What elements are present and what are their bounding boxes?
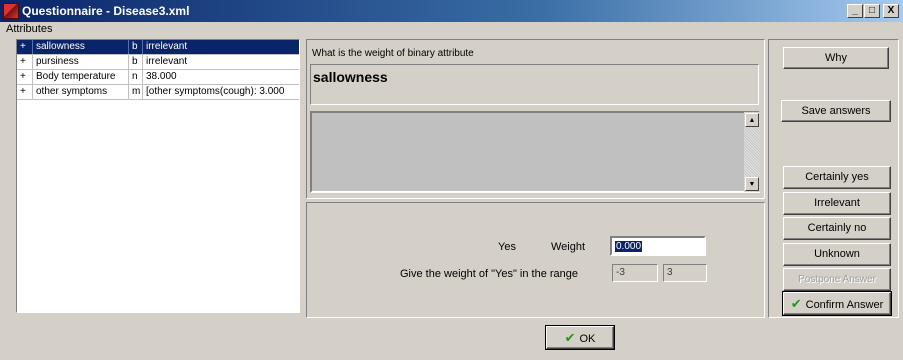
weight-label: Weight — [551, 241, 586, 253]
certainly-yes-button[interactable]: Certainly yes — [783, 166, 891, 189]
ok-button[interactable]: ✔ OK — [545, 325, 615, 350]
attribute-type-cell: n — [129, 70, 143, 84]
window-title: Questionnaire - Disease3.xml — [22, 4, 190, 18]
check-icon: ✔ — [564, 330, 576, 345]
range-min-field: -3 — [612, 264, 658, 282]
attribute-name-cell: pursiness — [33, 55, 129, 69]
attribute-row[interactable]: + sallowness b irrelevant — [17, 40, 299, 55]
expand-toggle[interactable]: + — [17, 70, 33, 84]
postpone-answer-button[interactable]: Postpone Answer — [783, 268, 891, 291]
irrelevant-button[interactable]: Irrelevant — [783, 192, 891, 215]
check-icon: ✔ — [790, 296, 802, 311]
attribute-value-cell: 38.000 — [146, 71, 177, 82]
confirm-answer-label: Confirm Answer — [805, 299, 884, 311]
ok-label: OK — [579, 333, 596, 345]
expand-toggle[interactable]: + — [17, 40, 33, 54]
weight-value: 0.000 — [615, 241, 643, 252]
certainly-no-button[interactable]: Certainly no — [783, 217, 891, 240]
yes-label: Yes — [498, 241, 516, 253]
why-button[interactable]: Why — [783, 47, 889, 69]
attribute-type-cell: b — [129, 40, 143, 54]
attribute-list[interactable]: + sallowness b irrelevant + pursiness b irrelev… — [16, 39, 300, 313]
expand-toggle[interactable]: + — [17, 55, 33, 69]
attribute-name-cell: Body temperature — [33, 70, 129, 84]
range-label: Give the weight of "Yes" in the range — [400, 268, 579, 280]
range-max-field: 3 — [663, 264, 707, 282]
attribute-value-cell: irrelevant — [146, 41, 188, 52]
weight-input[interactable]: 0.000 — [610, 236, 706, 256]
scroll-down-icon[interactable]: ▼ — [745, 177, 759, 191]
attribute-row[interactable]: + other symptoms m [other symptoms(cough): … — [17, 85, 299, 100]
attribute-name: sallowness — [313, 69, 388, 85]
confirm-answer-button[interactable]: ✔ Confirm Answer — [782, 291, 892, 316]
question-prompt: What is the weight of binary attribute — [312, 48, 474, 59]
attribute-value-cell: irrelevant — [146, 56, 188, 67]
attribute-value-cell: [other symptoms(cough): 3.000 — [146, 86, 285, 97]
app-icon[interactable] — [3, 3, 19, 19]
attribute-row[interactable]: + pursiness b irrelevant — [17, 55, 299, 70]
answer-panel — [306, 202, 765, 318]
maximize-button[interactable]: □ — [864, 4, 880, 18]
attribute-type-cell: b — [129, 55, 143, 69]
attribute-name-cell: other symptoms — [33, 85, 129, 99]
attribute-type-cell: m — [129, 85, 143, 99]
scroll-up-icon[interactable]: ▲ — [745, 113, 759, 127]
menu-attributes[interactable]: Attributes — [6, 23, 52, 35]
expand-toggle[interactable]: + — [17, 85, 33, 99]
save-answers-button[interactable]: Save answers — [781, 100, 891, 122]
close-button[interactable]: X — [883, 4, 899, 18]
attribute-row[interactable]: + Body temperature n 38.000 — [17, 70, 299, 85]
description-box[interactable] — [310, 111, 760, 193]
minimize-button[interactable]: _ — [847, 4, 863, 18]
menu-bar: Attributes — [0, 22, 903, 38]
attribute-name-cell: sallowness — [33, 40, 129, 54]
bottom-bar — [0, 320, 903, 360]
unknown-button[interactable]: Unknown — [783, 243, 891, 266]
